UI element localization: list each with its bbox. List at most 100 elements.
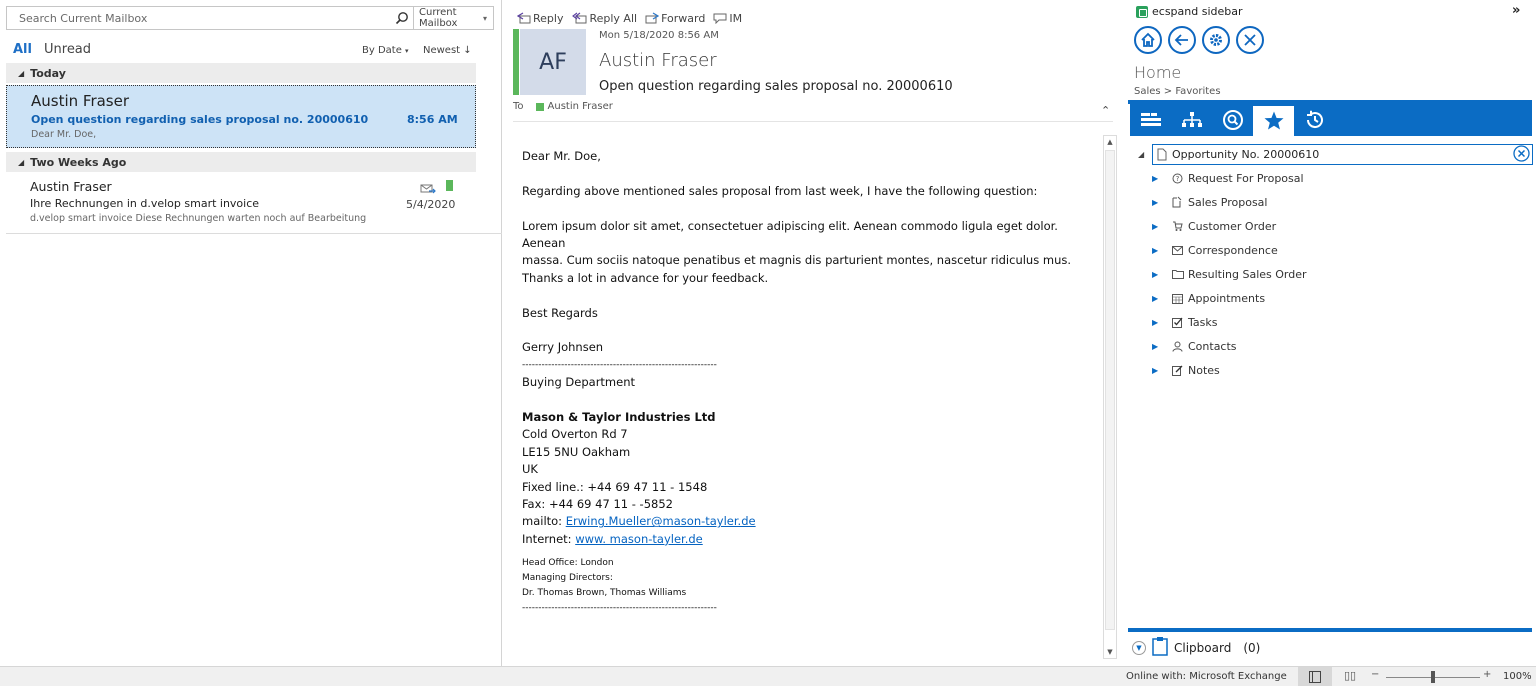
signature-fax: Fax: +44 69 47 11 - -5852 <box>522 497 673 512</box>
reading-toolbar: Reply Reply All Forward IM <box>517 9 742 27</box>
tree-item-label: Correspondence <box>1188 243 1278 257</box>
expand-triangle-icon[interactable]: ▶ <box>1152 294 1172 303</box>
website-link[interactable]: www. mason-tayler.de <box>575 532 703 546</box>
body-text: Lorem ipsum dolor sit amet, consectetuer… <box>522 218 1058 250</box>
arrow-down-icon: ↓ <box>463 45 472 56</box>
expanded-triangle-icon[interactable]: ◢ <box>1138 150 1152 159</box>
signature-separator: ----------------------------------------… <box>522 359 717 370</box>
search-input[interactable] <box>7 7 391 29</box>
chevron-down-icon: ▾ <box>482 13 487 23</box>
expand-triangle-icon[interactable]: ▶ <box>1152 198 1172 207</box>
signature-web-line: Internet: www. mason-tayler.de <box>522 531 1097 548</box>
vertical-scrollbar[interactable]: ▲ ▼ <box>1103 135 1117 659</box>
tree-root-item[interactable]: ◢ Opportunity No. 20000610 <box>1138 144 1533 165</box>
tree-root-box[interactable]: Opportunity No. 20000610 <box>1152 144 1533 165</box>
sidebar-location-title: Home <box>1134 63 1182 82</box>
zoom-out-icon[interactable]: − <box>1371 669 1379 680</box>
recipient-name[interactable]: Austin Fraser <box>548 101 613 112</box>
group-header-today[interactable]: ◢ Today <box>6 63 476 83</box>
body-regards: Best Regards <box>522 305 598 320</box>
tree-item-appointments[interactable]: ▶ Appointments <box>1152 289 1265 307</box>
tab-folders-icon[interactable] <box>1130 104 1171 136</box>
tree-item-correspondence[interactable]: ▶ Correspondence <box>1152 241 1278 259</box>
message-item[interactable]: Austin Fraser Open question regarding sa… <box>6 85 476 148</box>
signature-company: Mason & Taylor Industries Ltd <box>522 410 716 425</box>
zoom-slider-knob[interactable] <box>1431 671 1435 683</box>
sort-order-label: Newest <box>423 45 461 56</box>
tree-item-contacts[interactable]: ▶ Contacts <box>1152 337 1237 355</box>
remove-circle-x-icon[interactable] <box>1513 144 1530 165</box>
expand-triangle-icon[interactable]: ▶ <box>1152 246 1172 255</box>
home-icon[interactable] <box>1134 26 1162 54</box>
scroll-up-icon[interactable]: ▲ <box>1104 136 1116 148</box>
expand-circle-icon[interactable]: ▼ <box>1132 640 1146 655</box>
tree-root-label: Opportunity No. 20000610 <box>1172 148 1320 161</box>
breadcrumb[interactable]: Sales > Favorites <box>1134 86 1221 97</box>
sender-avatar[interactable]: AF <box>520 29 586 95</box>
group-label: Today <box>30 66 66 80</box>
recipient-line: To Austin Fraser <box>513 101 613 112</box>
message-sender: Austin Fraser <box>31 92 130 110</box>
tree-item-tasks[interactable]: ▶ Tasks <box>1152 313 1217 331</box>
signature-name: Gerry Johnsen <box>522 340 604 355</box>
message-preview: d.velop smart invoice Diese Rechnungen w… <box>30 213 367 224</box>
sort-label: By Date <box>362 45 402 56</box>
zoom-in-icon[interactable]: + <box>1483 669 1491 680</box>
tree-item-resulting-sales-order[interactable]: ▶ Resulting Sales Order <box>1152 265 1307 283</box>
sidebar-title: ecspand sidebar <box>1136 5 1243 18</box>
double-chevron-right-icon[interactable]: » <box>1512 3 1520 18</box>
clipboard-icon <box>1152 636 1168 659</box>
tab-history-icon[interactable] <box>1294 104 1335 136</box>
scroll-down-icon[interactable]: ▼ <box>1104 646 1116 658</box>
close-icon[interactable] <box>1236 26 1264 54</box>
clipboard-bar[interactable]: ▼ Clipboard (0) <box>1132 636 1260 659</box>
person-icon <box>1172 341 1188 352</box>
reading-view-icon[interactable]: ▯▯ <box>1344 669 1356 682</box>
group-header-two-weeks-ago[interactable]: ◢ Two Weeks Ago <box>6 152 476 172</box>
expand-triangle-icon[interactable]: ▶ <box>1152 366 1172 375</box>
status-bar: Online with: Microsoft Exchange ▯▯ − + 1… <box>0 666 1536 686</box>
scroll-thumb[interactable] <box>1105 150 1115 630</box>
collapse-header-icon[interactable]: ⌃ <box>1101 104 1110 117</box>
back-arrow-icon[interactable] <box>1168 26 1196 54</box>
chevron-down-icon: ▾ <box>405 47 409 55</box>
sort-by-date[interactable]: By Date ▾ <box>362 45 409 56</box>
tab-search-icon[interactable] <box>1212 104 1253 136</box>
reply-label: Reply <box>533 11 564 25</box>
note-edit-icon <box>1172 365 1188 376</box>
email-link[interactable]: Erwing.Mueller@mason-tayler.de <box>566 514 756 528</box>
message-from[interactable]: Austin Fraser <box>599 50 717 71</box>
reply-all-button[interactable]: Reply All <box>571 9 637 27</box>
tree-item-request-for-proposal[interactable]: ▶ ? Request For Proposal <box>1152 169 1304 187</box>
tree-item-notes[interactable]: ▶ Notes <box>1152 361 1220 379</box>
tab-favorites-star-icon[interactable] <box>1253 106 1294 136</box>
search-icon[interactable] <box>391 7 413 29</box>
filter-all[interactable]: All <box>13 42 32 57</box>
message-preview: Dear Mr. Doe, <box>31 129 97 140</box>
expand-triangle-icon[interactable]: ▶ <box>1152 174 1172 183</box>
expand-triangle-icon[interactable]: ▶ <box>1152 342 1172 351</box>
expand-triangle-icon[interactable]: ▶ <box>1152 270 1172 279</box>
tree-item-sales-proposal[interactable]: ▶ Sales Proposal <box>1152 193 1267 211</box>
search-scope-dropdown[interactable]: Current Mailbox ▾ <box>413 7 493 29</box>
normal-view-icon[interactable] <box>1298 667 1332 686</box>
gear-icon[interactable] <box>1202 26 1230 54</box>
tree-item-customer-order[interactable]: ▶ Customer Order <box>1152 217 1276 235</box>
sort-order[interactable]: Newest ↓ <box>423 45 472 56</box>
im-label: IM <box>729 11 743 25</box>
body-greeting: Dear Mr. Doe, <box>522 149 601 163</box>
filter-unread[interactable]: Unread <box>44 42 91 57</box>
expand-triangle-icon[interactable]: ▶ <box>1152 318 1172 327</box>
message-date: Mon 5/18/2020 8:56 AM <box>599 30 719 41</box>
message-item[interactable]: Austin Fraser Ihre Rechnungen in d.velop… <box>6 174 476 232</box>
forward-button[interactable]: Forward <box>645 9 705 27</box>
signature-address: UK <box>522 462 538 477</box>
sidebar-nav-buttons <box>1134 26 1264 54</box>
group-label: Two Weeks Ago <box>30 155 127 169</box>
reply-button[interactable]: Reply <box>517 9 563 27</box>
zoom-level[interactable]: 100% <box>1503 671 1532 682</box>
expand-triangle-icon[interactable]: ▶ <box>1152 222 1172 231</box>
tab-hierarchy-icon[interactable] <box>1171 104 1212 136</box>
mail-label: mailto: <box>522 514 566 529</box>
im-button[interactable]: IM <box>713 9 742 27</box>
